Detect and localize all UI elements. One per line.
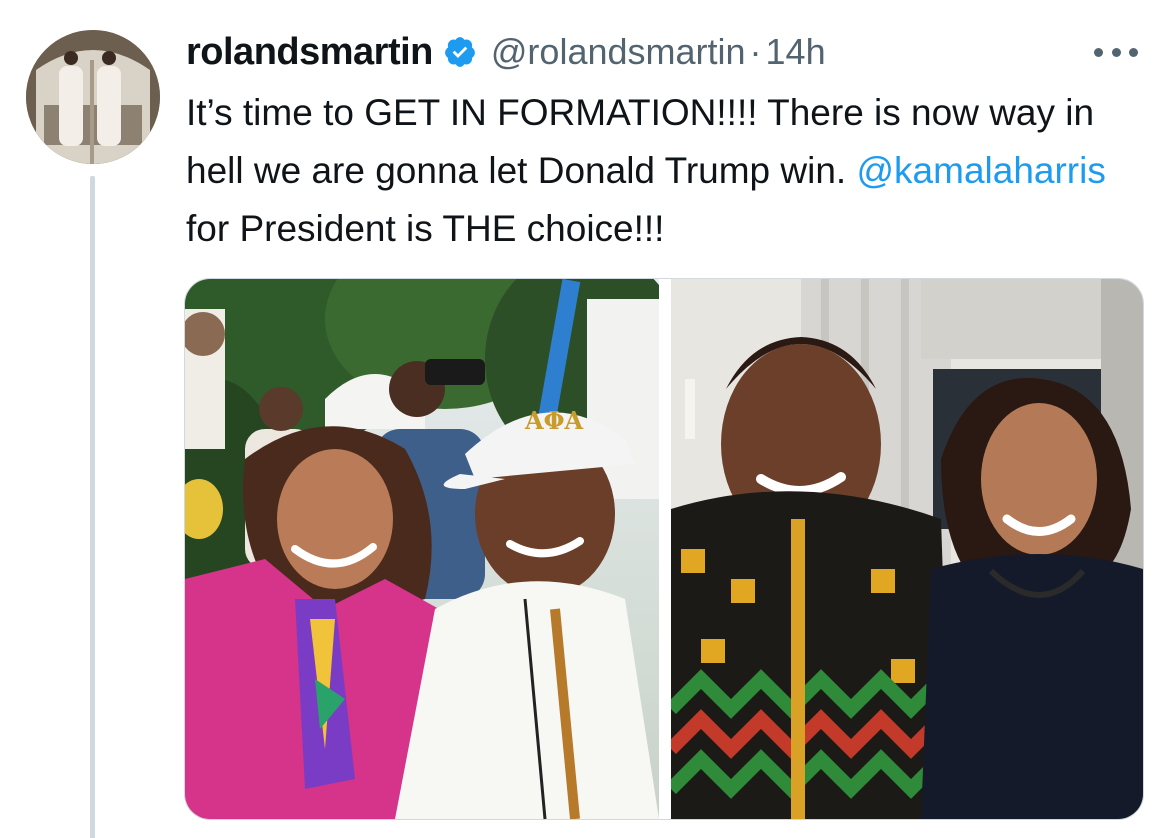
thread-line — [90, 176, 95, 838]
photo-left[interactable]: ΑΦΑ — [185, 279, 659, 819]
tweet[interactable]: rolandsmartin @rolandsmartin · 14h It’s … — [0, 0, 1170, 838]
mention-link[interactable]: @kamalaharris — [856, 150, 1105, 191]
more-dot — [1111, 47, 1121, 57]
avatar[interactable] — [26, 30, 160, 164]
tweet-header: rolandsmartin @rolandsmartin · 14h — [186, 28, 826, 76]
separator-dot: · — [749, 31, 762, 72]
photo-left-image: ΑΦΑ — [185, 279, 659, 819]
more-options-icon[interactable] — [1094, 44, 1138, 60]
photo-right[interactable] — [671, 279, 1143, 819]
more-dot — [1129, 47, 1138, 57]
timestamp[interactable]: 14h — [766, 31, 826, 73]
tweet-text-part: for President is THE choice!!! — [186, 208, 665, 249]
photo-right-image — [671, 279, 1143, 819]
more-dot — [1094, 47, 1103, 57]
tweet-text: It’s time to GET IN FORMATION!!!! There … — [186, 84, 1146, 258]
media-grid: ΑΦΑ — [184, 278, 1144, 820]
display-name[interactable]: rolandsmartin — [186, 31, 433, 74]
cap-letters: ΑΦΑ — [524, 406, 584, 435]
verified-badge-icon — [445, 37, 475, 67]
avatar-photo — [26, 30, 160, 164]
handle[interactable]: @rolandsmartin — [491, 31, 746, 73]
